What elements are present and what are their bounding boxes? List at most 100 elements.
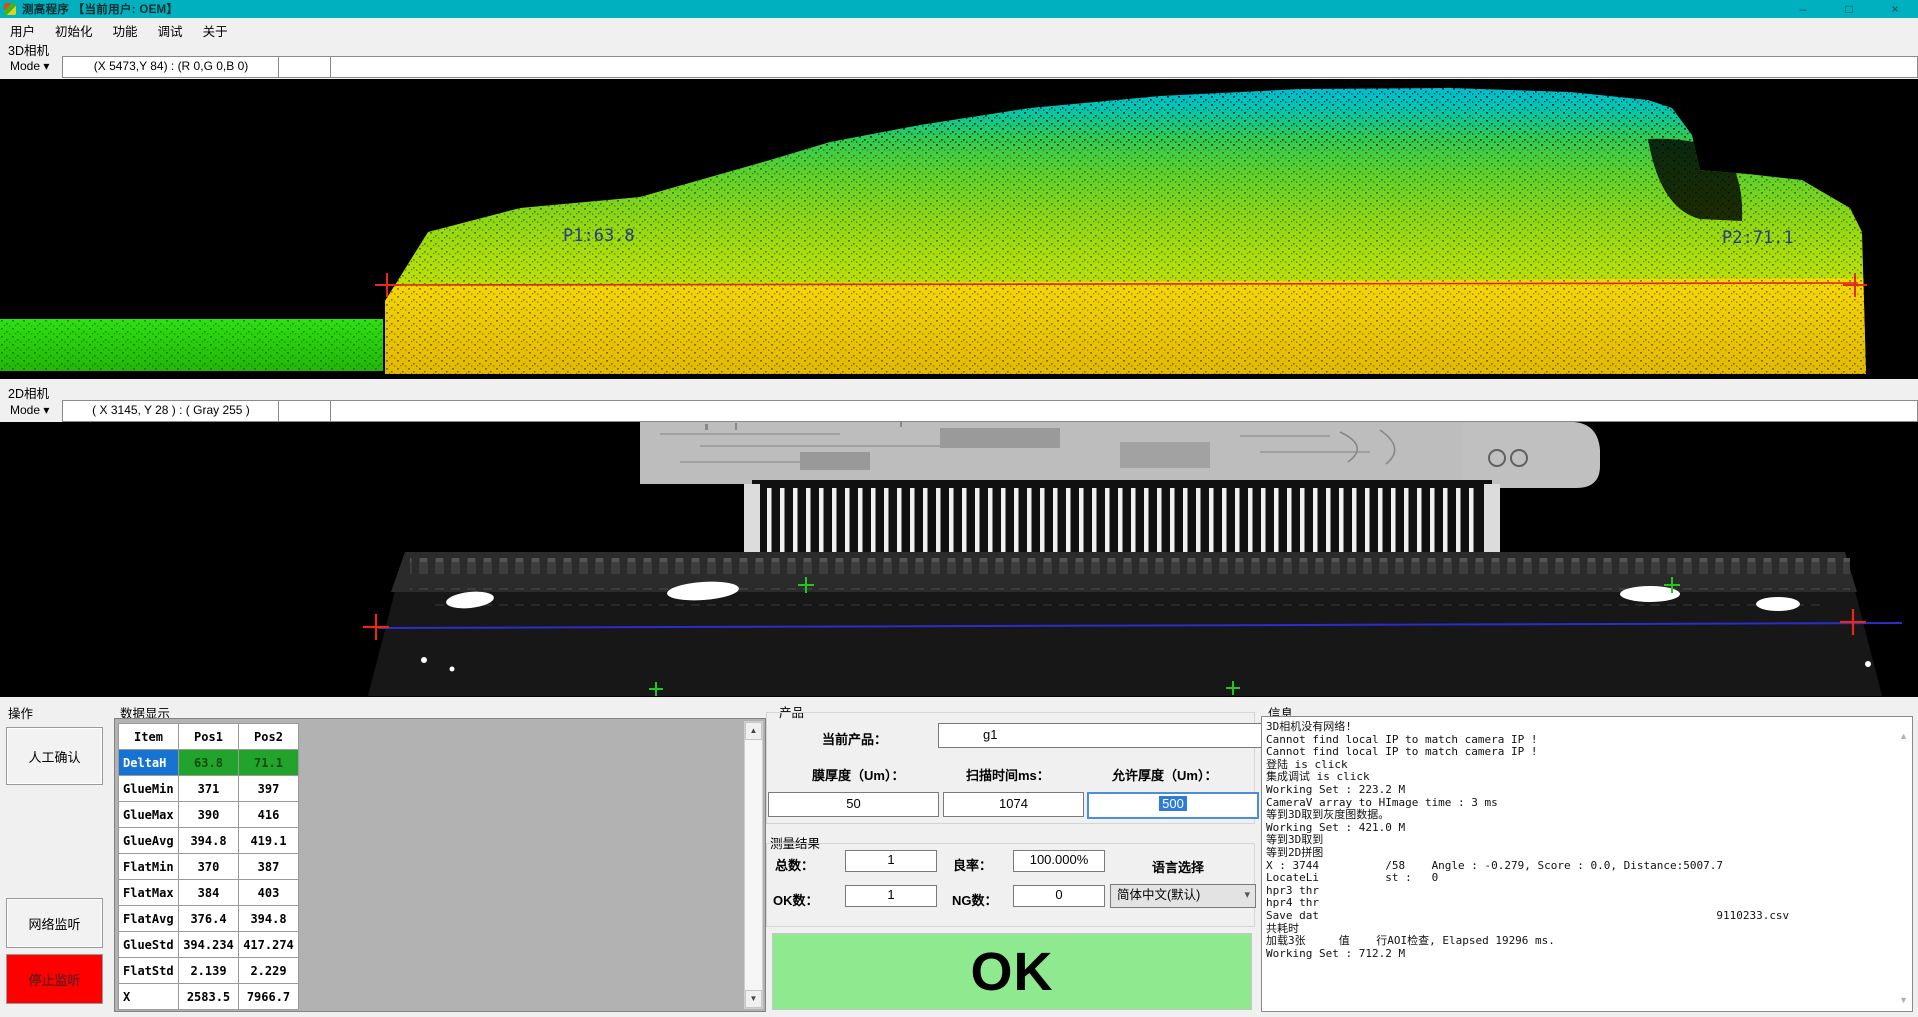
- table-row[interactable]: FlatMin370387: [119, 854, 299, 880]
- table-row[interactable]: X2583.57966.7: [119, 984, 299, 1010]
- mode-box-2-3d: [278, 56, 332, 78]
- log-line: 等到2D拼图: [1266, 847, 1894, 860]
- log-line: 等到3D取到灰度图数据。: [1266, 809, 1894, 822]
- ng-count-field[interactable]: 0: [1013, 885, 1105, 907]
- data-table: Item Pos1 Pos2 DeltaH63.871.1GlueMin3713…: [118, 723, 299, 1010]
- value-cell: 384: [179, 880, 239, 906]
- log-line: LocateLi st : 0: [1266, 872, 1894, 885]
- table-scrollbar[interactable]: ▲ ▼: [744, 721, 763, 1009]
- log-line: Working Set : 712.2 M: [1266, 948, 1894, 961]
- log-line: 加载3张 值 行AOI检查, Elapsed 19296 ms.: [1266, 935, 1894, 948]
- window-controls: – □ ×: [1780, 1, 1918, 18]
- pixel-readout-2d: ( X 3145, Y 28 ) : ( Gray 255 ): [62, 400, 280, 422]
- mode-dropdown-2d[interactable]: Mode ▾: [6, 400, 64, 423]
- table-row[interactable]: GlueMax390416: [119, 802, 299, 828]
- log-line: Cannot find local IP to match camera IP …: [1266, 746, 1894, 759]
- log-line: 等到3D取到: [1266, 834, 1894, 847]
- camera3d-viewport[interactable]: P1:63.8 P2:71.1: [0, 79, 1918, 379]
- restore-button[interactable]: □: [1826, 1, 1872, 18]
- item-cell: FlatMax: [119, 880, 179, 906]
- value-cell: 394.234: [179, 932, 239, 958]
- ok-count-field[interactable]: 1: [845, 885, 937, 907]
- value-cell: 63.8: [179, 750, 239, 776]
- item-cell: GlueMax: [119, 802, 179, 828]
- yield-label: 良率：: [953, 855, 992, 874]
- data-table-container: Item Pos1 Pos2 DeltaH63.871.1GlueMin3713…: [114, 718, 766, 1012]
- value-cell: 376.4: [179, 906, 239, 932]
- table-row[interactable]: GlueAvg394.8419.1: [119, 828, 299, 854]
- app-icon: [4, 3, 16, 15]
- value-cell: 397: [239, 776, 299, 802]
- ng-count-label: NG数：: [952, 890, 998, 909]
- app-window: 测高程序 【当前用户: OEM】 – □ × 用户初始化功能调试关于 3D相机 …: [0, 0, 1918, 1017]
- current-product-field[interactable]: g1: [938, 723, 1296, 748]
- mode-box-2-2d: [278, 400, 332, 422]
- value-cell: 403: [239, 880, 299, 906]
- item-cell: GlueAvg: [119, 828, 179, 854]
- data-table-body: DeltaH63.871.1GlueMin371397GlueMax390416…: [119, 750, 299, 1010]
- scroll-down-icon[interactable]: ▼: [1899, 995, 1908, 1005]
- menu-item[interactable]: 功能: [103, 18, 148, 40]
- value-cell: 2.139: [179, 958, 239, 984]
- value-cell: 387: [239, 854, 299, 880]
- table-row[interactable]: GlueStd394.234417.274: [119, 932, 299, 958]
- manual-confirm-button[interactable]: 人工确认: [6, 727, 103, 785]
- menu-item[interactable]: 初始化: [45, 18, 103, 40]
- result-status-banner: OK: [772, 933, 1252, 1010]
- table-row[interactable]: FlatMax384403: [119, 880, 299, 906]
- camera2d-viewport[interactable]: [0, 422, 1918, 697]
- scroll-up-icon[interactable]: ▲: [1899, 731, 1908, 741]
- allow-thickness-label: 允许厚度（Um）：: [1112, 765, 1217, 784]
- window-title: 测高程序 【当前用户: OEM】: [22, 1, 178, 17]
- item-cell: GlueMin: [119, 776, 179, 802]
- stop-listen-button[interactable]: 停止监听: [6, 954, 103, 1004]
- item-cell: FlatMin: [119, 854, 179, 880]
- film-thickness-field[interactable]: 50: [768, 792, 939, 817]
- language-dropdown[interactable]: 简体中文(默认) ▾: [1110, 884, 1256, 908]
- table-row[interactable]: FlatStd2.1392.229: [119, 958, 299, 984]
- value-cell: 7966.7: [239, 984, 299, 1010]
- value-cell: 390: [179, 802, 239, 828]
- item-cell: X: [119, 984, 179, 1010]
- info-log: 3D相机没有网络! Cannot find local IP to match c…: [1266, 721, 1894, 960]
- language-select-label: 语言选择: [1152, 857, 1204, 876]
- network-listen-button[interactable]: 网络监听: [6, 898, 103, 948]
- table-row[interactable]: FlatAvg376.4394.8: [119, 906, 299, 932]
- allow-thickness-field[interactable]: 500: [1087, 792, 1259, 819]
- col-header-pos2: Pos2: [239, 724, 299, 750]
- scroll-down-icon[interactable]: ▼: [745, 990, 762, 1008]
- total-count-field[interactable]: 1: [845, 850, 937, 872]
- log-line: hpr3 thr: [1266, 885, 1894, 898]
- scroll-up-icon[interactable]: ▲: [745, 722, 762, 740]
- table-row[interactable]: DeltaH63.871.1: [119, 750, 299, 776]
- yield-field[interactable]: 100.000%: [1013, 850, 1105, 872]
- minimize-button[interactable]: –: [1780, 1, 1826, 18]
- total-count-label: 总数：: [775, 855, 814, 874]
- p2-measure-label: P2:71.1: [1722, 228, 1794, 248]
- p1-measure-label: P1:63.8: [563, 226, 635, 246]
- table-header-row: Item Pos1 Pos2: [119, 724, 299, 750]
- item-cell: DeltaH: [119, 750, 179, 776]
- menu-item[interactable]: 用户: [0, 18, 45, 40]
- item-cell: FlatStd: [119, 958, 179, 984]
- value-cell: 394.8: [179, 828, 239, 854]
- scan-time-label: 扫描时间ms：: [966, 765, 1050, 784]
- scan-time-field[interactable]: 1074: [943, 792, 1084, 817]
- log-line: Save dat 9110233.csv: [1266, 910, 1894, 923]
- mode-dropdown-3d[interactable]: Mode ▾: [6, 56, 64, 79]
- chevron-down-icon: ▾: [1244, 885, 1250, 905]
- menu-item[interactable]: 调试: [148, 18, 193, 40]
- menu-bar: 用户初始化功能调试关于: [0, 18, 1918, 38]
- camera3d-mode-bar: Mode ▾ (X 5473,Y 84) : (R 0,G 0,B 0): [0, 55, 1918, 78]
- info-log-box[interactable]: 3D相机没有网络! Cannot find local IP to match c…: [1261, 716, 1913, 1012]
- log-line: 3D相机没有网络!: [1266, 721, 1894, 734]
- camera2d-mode-bar: Mode ▾ ( X 3145, Y 28 ) : ( Gray 255 ): [0, 399, 1918, 422]
- value-cell: 417.274: [239, 932, 299, 958]
- current-product-label: 当前产品：: [822, 729, 887, 748]
- item-cell: GlueStd: [119, 932, 179, 958]
- table-row[interactable]: GlueMin371397: [119, 776, 299, 802]
- menu-item[interactable]: 关于: [193, 18, 238, 40]
- item-cell: FlatAvg: [119, 906, 179, 932]
- close-button[interactable]: ×: [1872, 1, 1918, 18]
- pcb-board: [640, 422, 1600, 488]
